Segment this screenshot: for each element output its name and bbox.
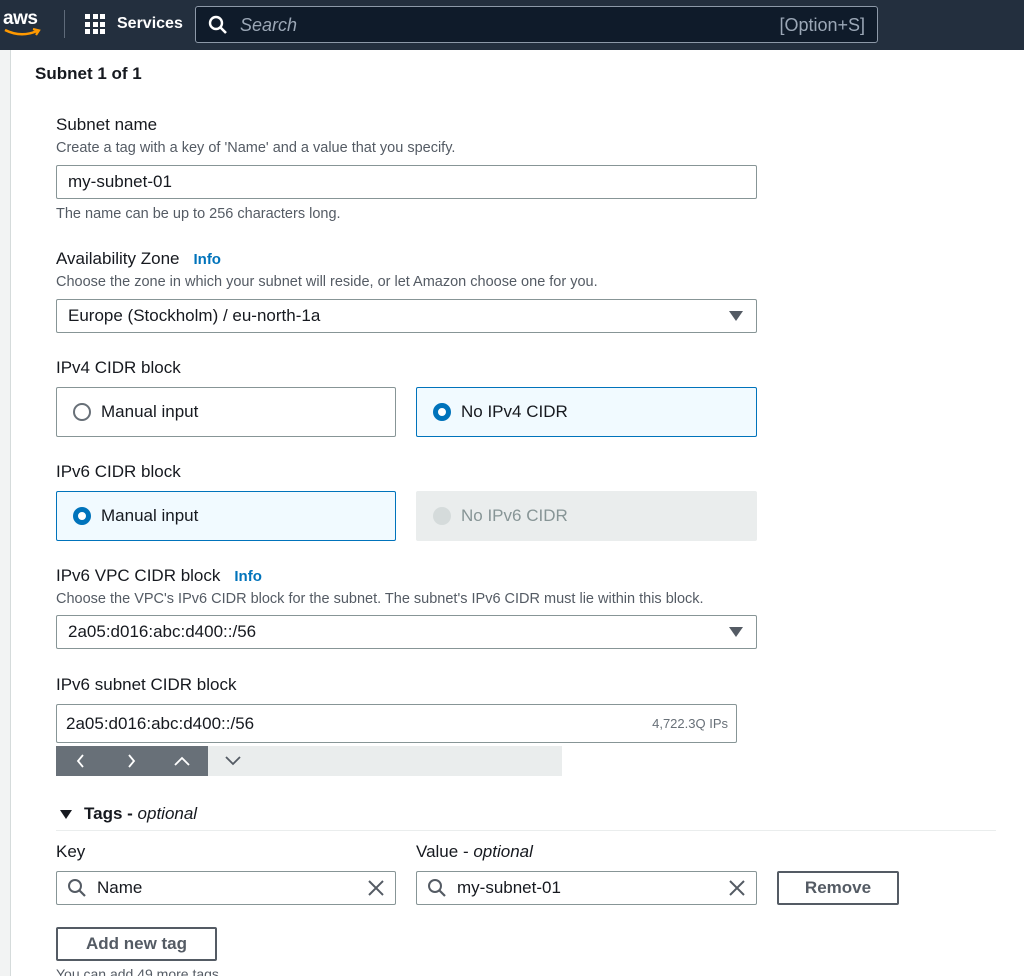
tags-remaining-note: You can add 49 more tags. [56,966,223,976]
chevron-down-icon [225,756,241,766]
clear-icon[interactable] [367,879,385,897]
services-label: Services [117,15,183,32]
top-navigation-bar: aws Services Search [Option+S] [0,0,1024,50]
subnet-name-label: Subnet name [56,115,158,134]
ipv4-no-cidr-option[interactable]: No IPv4 CIDR [416,387,757,437]
tag-value-value: my-subnet-01 [457,878,561,897]
subnet-heading: Subnet 1 of 1 [35,64,142,83]
next-cidr-button[interactable] [106,746,156,776]
availability-zone-info-link[interactable]: Info [193,251,221,268]
availability-zone-label: Availability Zone [56,249,180,268]
ip-count: 4,722.3Q IPs [652,716,728,731]
tags-optional-label: optional [137,804,198,823]
radio-selected-icon [73,507,91,525]
ipv6-manual-input-label: Manual input [101,506,199,525]
tag-value-input[interactable]: my-subnet-01 [416,871,757,905]
availability-zone-label-row: Availability Zone Info [56,249,221,269]
radio-selected-icon [433,403,451,421]
subnet-name-description: Create a tag with a key of 'Name' and a … [56,140,456,156]
nav-divider [64,10,65,38]
ipv6-subnet-cidr-value: 2a05:d016:abc:d400::/56 [66,713,255,733]
ipv6-vpc-cidr-select[interactable]: 2a05:d016:abc:d400::/56 [56,615,757,649]
radio-unselected-icon [73,403,91,421]
smile-arrow-icon [4,28,41,36]
ipv6-vpc-cidr-label: IPv6 VPC CIDR block [56,566,221,585]
aws-logo[interactable]: aws [3,8,45,40]
tag-key-input[interactable]: Name [56,871,396,905]
ipv6-vpc-cidr-label-row: IPv6 VPC CIDR block Info [56,566,262,586]
ipv6-manual-input-option[interactable]: Manual input [56,491,396,541]
chevron-right-icon [128,754,136,768]
tag-key-value: Name [97,878,143,897]
ipv6-no-cidr-option: No IPv6 CIDR [416,491,757,541]
subnet-name-value: my-subnet-01 [68,172,172,191]
add-new-tag-button[interactable]: Add new tag [56,927,217,961]
search-icon [68,879,86,897]
search-icon [428,879,446,897]
ipv6-cidr-label: IPv6 CIDR block [56,462,181,481]
aws-logo-text: aws [3,8,38,29]
decrease-cidr-button[interactable] [208,746,258,776]
cidr-navigation-controls [56,746,562,776]
caret-down-icon [729,311,743,321]
availability-zone-description: Choose the zone in which your subnet wil… [56,274,598,290]
previous-cidr-button[interactable] [56,746,106,776]
availability-zone-select[interactable]: Europe (Stockholm) / eu-north-1a [56,299,757,333]
increase-cidr-button[interactable] [157,746,207,776]
chevron-left-icon [76,754,84,768]
ipv6-subnet-cidr-label: IPv6 subnet CIDR block [56,675,237,694]
ipv6-subnet-cidr-input[interactable]: 2a05:d016:abc:d400::/56 4,722.3Q IPs [56,704,737,743]
search-placeholder: Search [240,15,298,35]
chevron-up-icon [174,756,190,766]
tags-heading: Tags [84,804,123,823]
tags-divider [56,830,996,831]
tags-section-toggle[interactable]: Tags - optional [60,804,197,824]
search-shortcut: [Option+S] [779,15,865,35]
caret-down-icon [729,627,743,637]
ipv4-manual-input-label: Manual input [101,402,199,421]
search-icon [208,15,227,34]
global-search-input[interactable]: Search [Option+S] [195,6,878,43]
remove-tag-button[interactable]: Remove [777,871,899,905]
grid-menu-icon [85,14,105,34]
clear-icon[interactable] [728,879,746,897]
ipv4-manual-input-option[interactable]: Manual input [56,387,396,437]
ipv6-vpc-cidr-info-link[interactable]: Info [234,568,262,585]
ipv6-no-cidr-label: No IPv6 CIDR [461,506,568,525]
availability-zone-selected: Europe (Stockholm) / eu-north-1a [68,306,321,325]
caret-down-icon [60,809,72,819]
subnet-name-hint: The name can be up to 256 characters lon… [56,206,341,222]
tag-value-label-row: Value - optional [416,842,533,861]
tag-key-label: Key [56,842,86,861]
radio-disabled-icon [433,507,451,525]
services-menu-button[interactable]: Services [85,12,183,36]
tag-value-label: Value [416,842,459,861]
ipv4-cidr-label: IPv4 CIDR block [56,358,181,377]
subnet-name-input[interactable]: my-subnet-01 [56,165,757,199]
tag-value-optional-label: optional [473,842,533,861]
ipv6-vpc-cidr-description: Choose the VPC's IPv6 CIDR block for the… [56,591,704,607]
ipv6-vpc-cidr-selected: 2a05:d016:abc:d400::/56 [68,622,257,641]
ipv4-no-cidr-label: No IPv4 CIDR [461,402,568,421]
